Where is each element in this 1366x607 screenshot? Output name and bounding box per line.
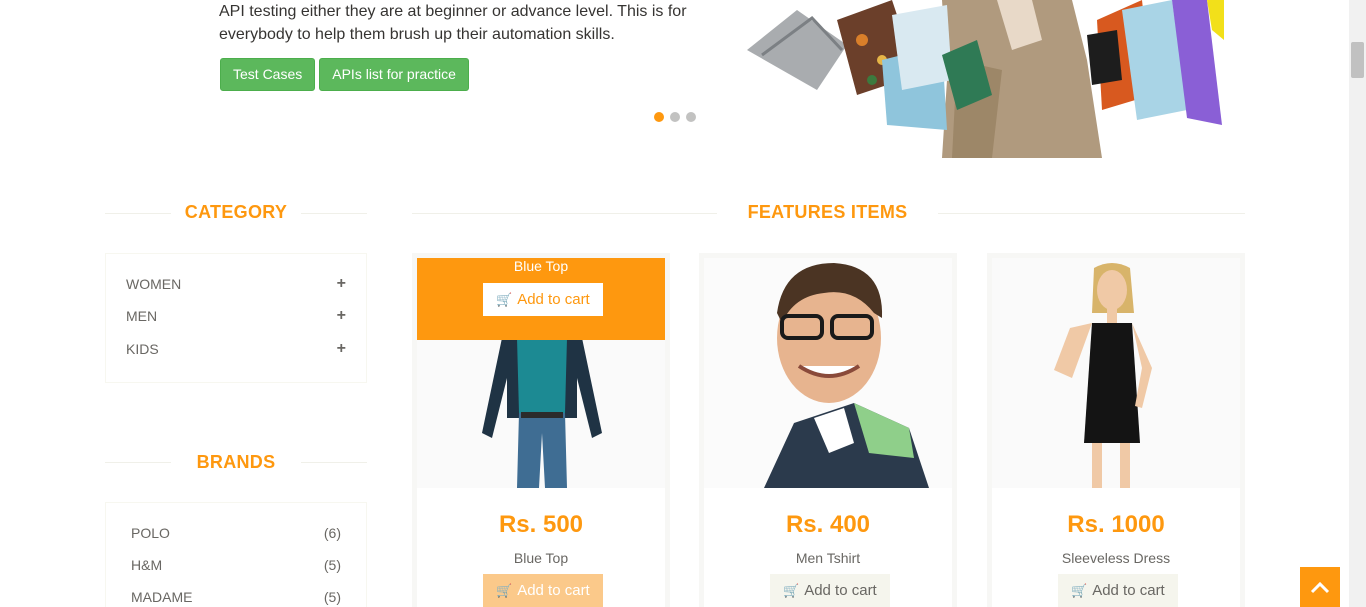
features-title: FEATURES ITEMS (747, 202, 908, 222)
add-to-cart-button[interactable]: 🛒 Add to cart (483, 574, 603, 607)
product-card-blue-top[interactable]: Blue Top 🛒 Add to cart Rs. 500 Blue Top 🛒… (412, 253, 670, 607)
brand-name: H&M (131, 557, 163, 573)
scrollbar-thumb[interactable] (1351, 42, 1364, 78)
product-price: Rs. 400 (785, 511, 871, 538)
product-name: Sleeveless Dress (1061, 550, 1171, 566)
shopping-cart-icon: 🛒 (783, 583, 800, 598)
hero-buttons: Test Cases APIs list for practice (220, 58, 469, 91)
category-panel: WOMEN + MEN + KIDS + (105, 253, 367, 383)
add-to-cart-label: Add to cart (1092, 582, 1165, 599)
hero-text-line-1: API testing either they are at beginner … (219, 3, 687, 20)
carousel-indicators (654, 112, 696, 122)
category-title: CATEGORY (184, 202, 288, 222)
brand-item-hm[interactable]: H&M (5) (131, 555, 341, 575)
brand-count: (6) (323, 525, 341, 541)
product-image (992, 258, 1240, 488)
page: API testing either they are at beginner … (0, 0, 1366, 607)
features-title-line-right (938, 213, 1245, 214)
product-card-sleeveless-dress[interactable]: Rs. 1000 Sleeveless Dress 🛒 Add to cart (987, 253, 1245, 607)
hero-image-shopping-girl (742, 0, 1224, 158)
category-item-label: WOMEN (126, 276, 182, 292)
brand-count: (5) (323, 589, 341, 605)
brand-item-polo[interactable]: POLO (6) (131, 523, 341, 543)
brand-name: MADAME (131, 589, 193, 605)
add-to-cart-button[interactable]: 🛒 Add to cart (770, 574, 890, 607)
category-item-label: KIDS (126, 341, 159, 357)
shopping-cart-icon: 🛒 (496, 292, 513, 307)
category-title-line-right (301, 213, 367, 214)
shopping-cart-icon: 🛒 (1071, 583, 1088, 598)
features-title-line-left (412, 213, 717, 214)
vertical-scrollbar[interactable] (1349, 0, 1366, 607)
scroll-up-button[interactable] (1300, 567, 1340, 607)
category-item-kids[interactable]: KIDS + (126, 339, 346, 359)
brands-title-line-right (301, 462, 367, 463)
test-cases-button[interactable]: Test Cases (220, 58, 316, 91)
brand-item-madame[interactable]: MADAME (5) (131, 587, 341, 607)
product-price: Rs. 500 (498, 511, 584, 538)
add-to-cart-label: Add to cart (517, 582, 590, 599)
plus-icon[interactable]: + (337, 340, 346, 358)
add-to-cart-label: Add to cart (517, 291, 590, 308)
brands-panel: POLO (6) H&M (5) MADAME (5) (105, 502, 367, 607)
product-name: Blue Top (513, 550, 569, 566)
chevron-up-icon (1310, 581, 1330, 594)
category-title-line-left (105, 213, 171, 214)
brand-count: (5) (323, 557, 341, 573)
overlay-add-to-cart-button[interactable]: 🛒 Add to cart (483, 283, 603, 316)
product-overlay: Blue Top 🛒 Add to cart (417, 258, 665, 340)
brands-title: BRANDS (196, 452, 276, 472)
brands-title-line-left (105, 462, 171, 463)
product-name: Men Tshirt (795, 550, 861, 566)
category-item-men[interactable]: MEN + (126, 306, 346, 326)
overlay-product-name: Blue Top (513, 258, 569, 274)
hero-description: API testing either they are at beginner … (219, 0, 699, 46)
plus-icon[interactable]: + (337, 275, 346, 293)
product-price: Rs. 1000 (1067, 511, 1165, 538)
apis-list-button[interactable]: APIs list for practice (319, 58, 469, 91)
hero-text-line-2: everybody to help them brush up their au… (219, 26, 615, 43)
carousel-dot-3[interactable] (686, 112, 696, 122)
category-item-label: MEN (126, 308, 158, 324)
add-to-cart-button[interactable]: 🛒 Add to cart (1058, 574, 1178, 607)
shopping-cart-icon: 🛒 (496, 583, 513, 598)
brand-name: POLO (131, 525, 170, 541)
carousel-dot-2[interactable] (670, 112, 680, 122)
product-image (704, 258, 952, 488)
product-card-men-tshirt[interactable]: Rs. 400 Men Tshirt 🛒 Add to cart (699, 253, 957, 607)
plus-icon[interactable]: + (337, 307, 346, 325)
category-item-women[interactable]: WOMEN + (126, 274, 346, 294)
add-to-cart-label: Add to cart (804, 582, 877, 599)
carousel-dot-1[interactable] (654, 112, 664, 122)
